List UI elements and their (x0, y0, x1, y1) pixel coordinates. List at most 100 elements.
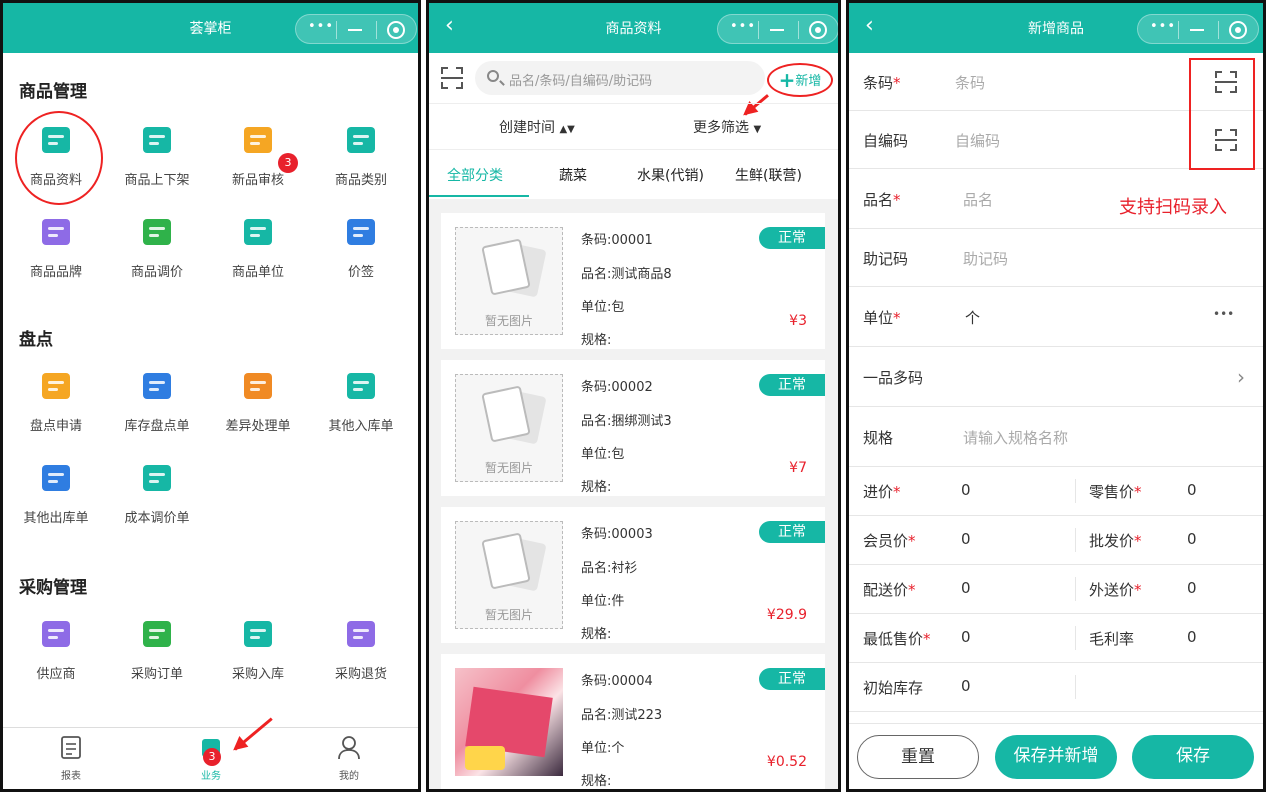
cost-adjust-icon (143, 465, 171, 491)
product-unit: 单位:个 (581, 741, 625, 756)
price-input[interactable]: 0 (961, 530, 971, 548)
top-nav-bar: 荟掌柜 ••• (3, 3, 418, 53)
price-label: 最低售价* (863, 630, 931, 648)
close-circle-icon[interactable] (809, 21, 827, 39)
more-filter[interactable]: 更多筛选 ▼ (693, 117, 761, 137)
grid-item[interactable]: 其他出库单 (6, 461, 106, 526)
tab-vegetables[interactable]: 蔬菜 (559, 165, 587, 185)
product-card[interactable]: 条码:00004 品名:测试223 单位:个 规格: 正常 ¥0.52 (441, 654, 825, 789)
no-image-placeholder: 暂无图片 (455, 521, 563, 629)
mini-program-capsule[interactable]: ••• (295, 14, 417, 44)
grid-item[interactable]: 商品上下架 (107, 123, 207, 188)
chevron-right-icon[interactable]: › (1237, 365, 1245, 389)
add-product-panel: ‹ 新增商品 ••• 条码* 条码 自编码 自编码 品名* 品名 助记码 助记码 单位* 个 •••… (846, 0, 1266, 792)
sort-create-time[interactable]: 创建时间 ▲▼ (499, 117, 575, 137)
product-spec: 规格: (581, 627, 612, 642)
price-input[interactable]: 0 (1187, 579, 1197, 597)
grid-item[interactable]: 采购入库 (208, 617, 308, 682)
grid-item[interactable]: 3 新品审核 (208, 123, 308, 188)
tab-all-categories[interactable]: 全部分类 (447, 165, 503, 185)
minimize-icon[interactable] (348, 29, 362, 31)
product-card[interactable]: 暂无图片 条码:00002 品名:捆绑测试3 单位:包 规格: 正常 ¥7 (441, 360, 825, 496)
filter-label: 创建时间 (499, 120, 555, 136)
grid-item[interactable]: 供应商 (6, 617, 106, 682)
grid-item[interactable]: 盘点申请 (6, 369, 106, 434)
grid-item[interactable]: 商品类别 (311, 123, 411, 188)
scan-icon[interactable] (441, 67, 463, 89)
search-input[interactable]: 品名/条码/自编码/助记码 (475, 61, 765, 95)
grid-item[interactable]: 商品单位 (208, 215, 308, 280)
annotation-arrow (744, 94, 769, 116)
grid-item[interactable]: 价签 (311, 215, 411, 280)
close-circle-icon[interactable] (387, 21, 405, 39)
minimize-icon[interactable] (770, 29, 784, 31)
status-badge: 正常 (759, 521, 825, 543)
close-circle-icon[interactable] (1229, 21, 1247, 39)
stock-check-icon (143, 373, 171, 399)
product-card[interactable]: 暂无图片 条码:00001 品名:测试商品8 单位:包 规格: 正常 ¥3 (441, 213, 825, 349)
grid-item-label: 库存盘点单 (124, 419, 190, 434)
price-input[interactable]: 0 (961, 628, 971, 646)
mini-program-capsule[interactable]: ••• (1137, 14, 1259, 44)
field-label: 自编码 (863, 132, 909, 150)
grid-item[interactable]: 差异处理单 (208, 369, 308, 434)
save-button[interactable]: 保存 (1132, 735, 1254, 779)
price-label: 外送价* (1089, 581, 1142, 599)
more-dots-icon[interactable]: ••• (1150, 19, 1176, 34)
grid-item-label: 供应商 (36, 667, 76, 682)
add-product-button[interactable]: +新增 (767, 63, 833, 97)
more-dots-icon[interactable]: ••• (308, 19, 334, 34)
more-dots-icon[interactable]: ••• (1213, 307, 1234, 321)
field-input[interactable]: 个 (965, 307, 980, 328)
search-icon (487, 70, 499, 82)
price-input[interactable]: 0 (961, 677, 971, 695)
product-unit: 单位:件 (581, 594, 625, 609)
tab-label: 业务 (201, 771, 221, 782)
price-label: 初始库存 (863, 679, 924, 697)
field-label: 条码* (863, 74, 901, 92)
form-row[interactable]: 助记码 助记码 (849, 229, 1263, 287)
form-row[interactable]: 一品多码 › (849, 347, 1263, 407)
save-and-new-button[interactable]: 保存并新增 (995, 735, 1117, 779)
reset-button[interactable]: 重置 (857, 735, 979, 779)
product-name: 品名:衬衫 (581, 561, 638, 576)
tab-fresh[interactable]: 生鲜(联营) (735, 165, 802, 185)
more-dots-icon[interactable]: ••• (730, 19, 756, 34)
product-card[interactable]: 暂无图片 条码:00003 品名:衬衫 单位:件 规格: 正常 ¥29.9 (441, 507, 825, 643)
field-label: 单位* (863, 309, 901, 327)
grid-item-label: 商品单位 (231, 265, 284, 280)
field-input[interactable]: 自编码 (955, 130, 1000, 151)
grid-item[interactable]: 其他入库单 (311, 369, 411, 434)
form-row[interactable]: 单位* 个 ••• (849, 287, 1263, 347)
field-input[interactable]: 助记码 (963, 248, 1008, 269)
grid-item[interactable]: 采购订单 (107, 617, 207, 682)
grid-item[interactable]: 商品调价 (107, 215, 207, 280)
purchase-order-icon (143, 621, 171, 647)
field-label: 助记码 (863, 250, 909, 268)
mini-program-capsule[interactable]: ••• (717, 14, 838, 44)
price-input[interactable]: 0 (1187, 530, 1197, 548)
product-list-panel: ‹ 商品资料 ••• 品名/条码/自编码/助记码 +新增 创建时间 ▲▼ 更多筛… (426, 0, 841, 792)
grid-item[interactable]: 商品品牌 (6, 215, 106, 280)
price-input[interactable]: 0 (961, 481, 971, 499)
price-label: 配送价* (863, 581, 916, 599)
shelf-updown-icon (143, 127, 171, 153)
tab-report[interactable]: 报表 (31, 734, 111, 782)
tab-fruit[interactable]: 水果(代销) (637, 165, 704, 185)
status-badge: 正常 (759, 374, 825, 396)
minimize-icon[interactable] (1190, 29, 1204, 31)
grid-item-label: 商品调价 (130, 265, 183, 280)
active-tab-indicator (429, 195, 529, 197)
price-input[interactable]: 0 (961, 579, 971, 597)
price-input[interactable]: 0 (1187, 481, 1197, 499)
tab-mine[interactable]: 我的 (309, 734, 389, 782)
field-input[interactable]: 请输入规格名称 (963, 427, 1068, 448)
form-row[interactable]: 规格 请输入规格名称 (849, 407, 1263, 467)
field-input[interactable]: 品名 (963, 189, 993, 210)
grid-item[interactable]: 库存盘点单 (107, 369, 207, 434)
price-input[interactable]: 0 (1187, 628, 1197, 646)
field-input[interactable]: 条码 (955, 72, 985, 93)
grid-item[interactable]: 成本调价单 (107, 461, 207, 526)
grid-item[interactable]: 采购退货 (311, 617, 411, 682)
top-nav-bar: ‹ 商品资料 ••• (429, 3, 838, 53)
